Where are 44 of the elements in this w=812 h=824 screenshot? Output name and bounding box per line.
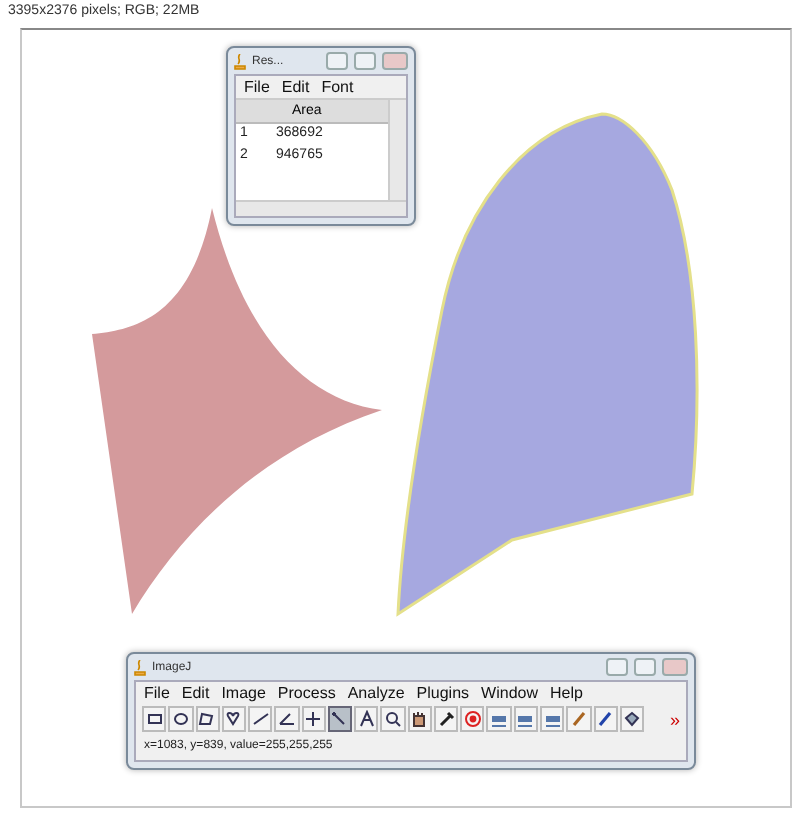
menu-item[interactable]: Analyze [347, 684, 405, 702]
menu-item[interactable]: File [244, 78, 270, 96]
menu-item[interactable]: Help [550, 684, 583, 702]
text-tool-icon [357, 710, 376, 728]
tool-button[interactable] [433, 706, 459, 732]
point-tool-icon [304, 710, 323, 728]
app-icon [134, 659, 146, 675]
target-tool-icon [463, 710, 482, 728]
rectangle-tool-icon [145, 710, 164, 728]
tool-button[interactable] [619, 706, 645, 732]
menu-item[interactable]: Image [221, 684, 266, 702]
pencil-tool-icon [569, 710, 588, 728]
menu-item[interactable]: Process [277, 684, 336, 702]
tool-button[interactable] [142, 706, 167, 732]
menu-item[interactable]: Plugins [416, 684, 470, 702]
tool-button[interactable] [354, 706, 379, 732]
line-tool-icon [251, 710, 270, 728]
brush-tool-icon [596, 710, 615, 728]
tool-button[interactable] [248, 706, 273, 732]
tool-button[interactable] [301, 706, 326, 732]
oval-tool-icon [171, 710, 190, 728]
freehand-tool-icon [224, 710, 243, 728]
tool-button[interactable] [380, 706, 406, 732]
tool-button[interactable] [221, 706, 247, 732]
menu-item[interactable]: Window [481, 684, 538, 702]
menu-item[interactable]: Edit [181, 684, 210, 702]
menu-item[interactable]: Edit [281, 78, 310, 96]
angle-tool-icon [277, 710, 296, 728]
tool-button[interactable] [168, 706, 194, 732]
menu-item[interactable]: File [144, 684, 170, 702]
app-icon [234, 53, 246, 69]
vertical-scrollbar[interactable] [388, 100, 406, 200]
header-corner [236, 99, 272, 123]
tool-button[interactable] [274, 706, 300, 732]
tool-button[interactable] [407, 706, 432, 732]
dropper-tool-icon [437, 710, 456, 728]
polygon-tool-icon [198, 710, 217, 728]
tool-button[interactable] [593, 706, 618, 732]
tool-button[interactable] [195, 706, 220, 732]
horizontal-scrollbar[interactable] [236, 200, 406, 216]
zoom-tool-icon [384, 710, 403, 728]
tool-button[interactable] [327, 706, 353, 732]
more-tools-button[interactable]: » [670, 709, 681, 729]
menu-item[interactable]: Font [321, 78, 354, 96]
